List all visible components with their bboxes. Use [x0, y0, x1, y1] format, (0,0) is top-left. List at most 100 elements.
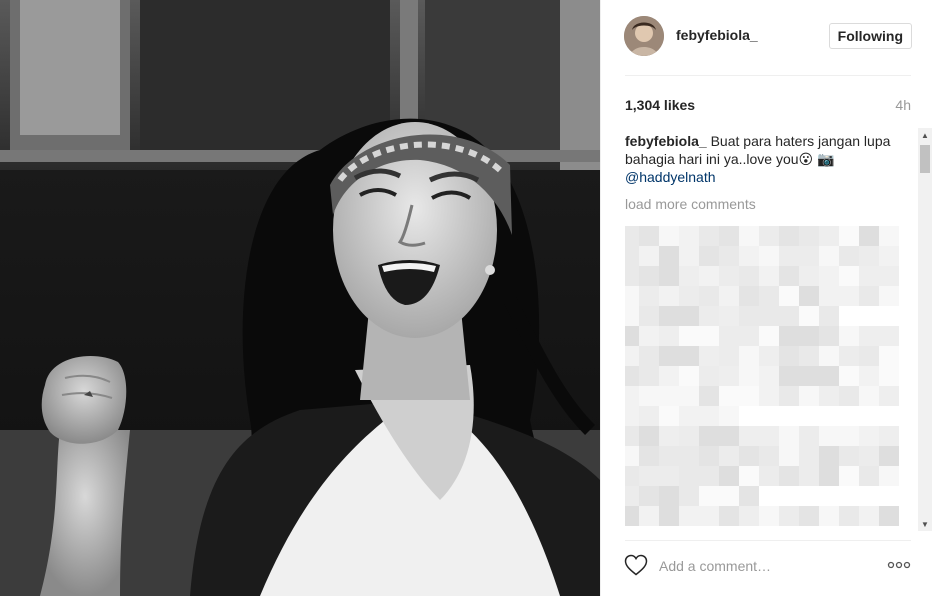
pixel-block — [799, 286, 819, 306]
pixel-block — [699, 486, 719, 506]
avatar[interactable] — [624, 16, 664, 56]
header-divider — [625, 75, 911, 76]
pixel-block — [859, 506, 879, 526]
pixel-block — [639, 506, 659, 526]
pixel-block — [699, 366, 719, 386]
pixel-block — [699, 306, 719, 326]
pixel-block — [625, 266, 639, 286]
more-options-icon[interactable] — [887, 558, 911, 572]
pixel-block — [639, 486, 659, 506]
pixel-block — [819, 446, 839, 466]
scroll-up-arrow-icon[interactable]: ▲ — [918, 128, 932, 142]
pixel-block — [859, 346, 879, 366]
pixel-block — [859, 406, 879, 426]
caption-username[interactable]: febyfebiola_ — [625, 133, 707, 149]
pixel-block — [819, 386, 839, 406]
pixel-block — [799, 266, 819, 286]
pixel-block — [659, 386, 679, 406]
pixel-block — [625, 486, 639, 506]
pixel-block — [699, 286, 719, 306]
pixel-block — [879, 426, 899, 446]
load-more-comments-link[interactable]: load more comments — [625, 196, 915, 212]
photo-image — [0, 0, 600, 596]
pixel-block — [639, 326, 659, 346]
pixel-block — [819, 266, 839, 286]
pixel-block — [739, 466, 759, 486]
post-timestamp[interactable]: 4h — [895, 97, 911, 113]
pixel-block — [739, 366, 759, 386]
pixel-block — [759, 346, 779, 366]
likes-count[interactable]: 1,304 likes — [625, 97, 695, 113]
pixel-block — [639, 246, 659, 266]
pixel-block — [839, 486, 859, 506]
pixel-block — [639, 226, 659, 246]
pixel-block — [639, 306, 659, 326]
instagram-post: febyfebiola_ Following 1,304 likes 4h fe… — [0, 0, 932, 596]
pixel-block — [879, 406, 899, 426]
pixel-block — [719, 506, 739, 526]
pixel-block — [879, 506, 899, 526]
pixel-block — [779, 406, 799, 426]
pixel-block — [699, 246, 719, 266]
pixel-block — [839, 286, 859, 306]
heart-icon[interactable] — [624, 554, 648, 576]
pixel-block — [739, 326, 759, 346]
post-caption: febyfebiola_ Buat para haters jangan lup… — [625, 132, 895, 186]
pixel-block — [779, 286, 799, 306]
pixel-block — [859, 466, 879, 486]
pixel-block — [699, 466, 719, 486]
pixel-block — [879, 306, 899, 326]
scrollbar-thumb[interactable] — [920, 145, 930, 173]
pixel-block — [779, 226, 799, 246]
pixel-block — [819, 346, 839, 366]
pixel-block — [859, 426, 879, 446]
comments-list: febyfebiola_ Buat para haters jangan lup… — [625, 132, 915, 532]
pixel-block — [779, 246, 799, 266]
pixel-block — [859, 486, 879, 506]
pixel-block — [659, 246, 679, 266]
add-comment-input[interactable] — [659, 555, 859, 577]
pixel-block — [879, 246, 899, 266]
pixel-block — [639, 426, 659, 446]
pixel-block — [699, 426, 719, 446]
pixel-block — [719, 246, 739, 266]
pixel-block — [779, 426, 799, 446]
pixel-block — [759, 426, 779, 446]
pixel-block — [819, 226, 839, 246]
pixel-block — [679, 286, 699, 306]
pixel-block — [739, 506, 759, 526]
pixel-block — [679, 406, 699, 426]
scroll-down-arrow-icon[interactable]: ▼ — [918, 517, 932, 531]
pixel-block — [699, 346, 719, 366]
pixel-block — [799, 506, 819, 526]
pixel-block — [739, 346, 759, 366]
pixel-block — [839, 226, 859, 246]
post-author-username[interactable]: febyfebiola_ — [676, 27, 758, 43]
pixel-block — [799, 326, 819, 346]
pixel-block — [839, 346, 859, 366]
pixel-block — [839, 306, 859, 326]
pixel-block — [659, 406, 679, 426]
pixel-block — [779, 326, 799, 346]
pixel-block — [625, 426, 639, 446]
pixel-block — [739, 446, 759, 466]
pixel-block — [759, 446, 779, 466]
pixel-block — [819, 326, 839, 346]
pixel-block — [625, 406, 639, 426]
pixel-block — [719, 426, 739, 446]
pixel-block — [779, 266, 799, 286]
pixel-block — [759, 226, 779, 246]
comments-scrollbar[interactable]: ▲ ▼ — [918, 128, 932, 531]
post-photo[interactable] — [0, 0, 600, 596]
pixel-block — [799, 406, 819, 426]
footer-divider — [625, 540, 911, 541]
pixel-block — [879, 346, 899, 366]
following-button[interactable]: Following — [828, 23, 912, 49]
pixel-block — [699, 326, 719, 346]
pixel-block — [759, 326, 779, 346]
pixel-block — [859, 306, 879, 326]
pixel-block — [659, 486, 679, 506]
pixel-block — [679, 486, 699, 506]
caption-mention-link[interactable]: @haddyelnath — [625, 169, 716, 185]
pixel-block — [639, 466, 659, 486]
